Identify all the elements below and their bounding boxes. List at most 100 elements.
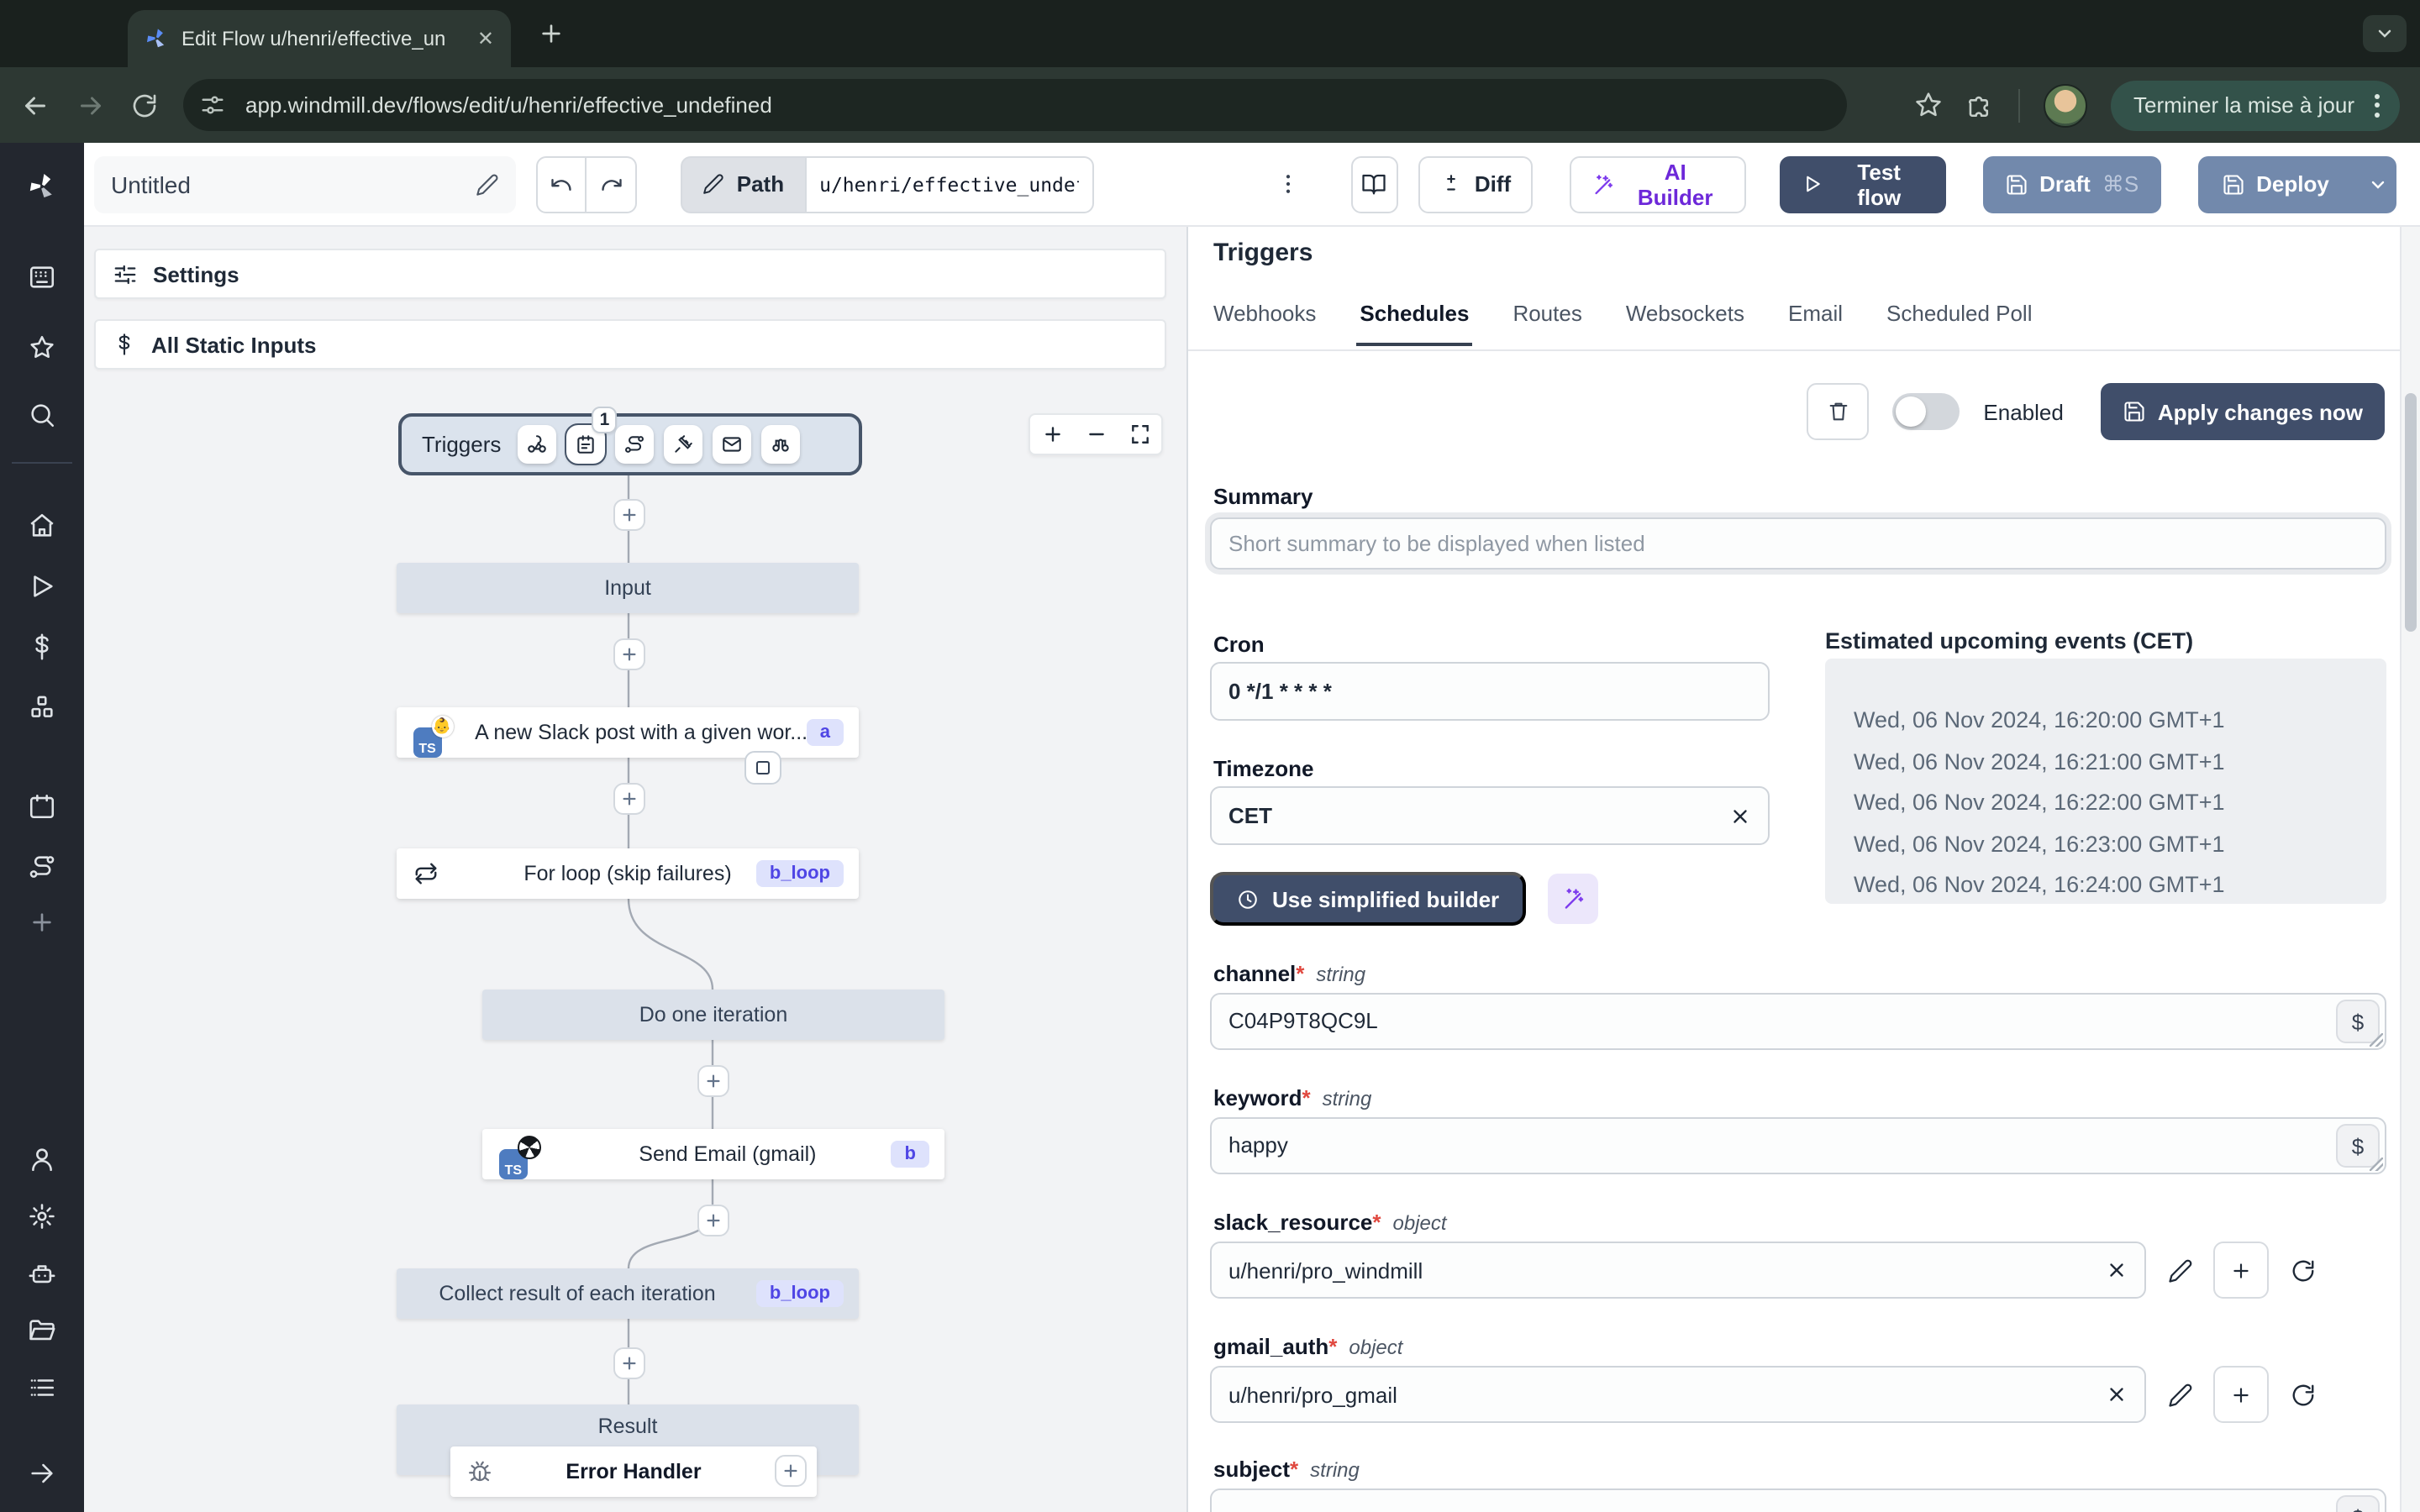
keyword-input[interactable]: happy [1210, 1117, 2386, 1174]
edit-resource-pencil-icon[interactable] [2168, 1382, 2193, 1407]
add-step-button[interactable] [613, 638, 645, 670]
ai-builder-button[interactable]: AI Builder [1570, 155, 1747, 213]
simplified-builder-button[interactable]: Use simplified builder [1210, 872, 1527, 926]
tab-email[interactable]: Email [1788, 301, 1843, 346]
forward-icon[interactable] [76, 90, 106, 120]
tab-schedules[interactable]: Schedules [1356, 301, 1473, 346]
sidebar-runs-icon[interactable] [28, 572, 56, 601]
ai-cron-wand-button[interactable] [1548, 874, 1599, 924]
flow-name-box[interactable]: Untitled [94, 155, 517, 213]
gmail-auth-input[interactable] [1210, 1366, 2146, 1423]
sidebar-expand-icon[interactable] [28, 1459, 56, 1488]
subject-input[interactable] [1210, 1488, 2386, 1512]
add-step-button[interactable] [613, 783, 645, 815]
add-resource-button[interactable] [2213, 1366, 2269, 1423]
browser-tab[interactable]: Edit Flow u/henri/effective_un ✕ [128, 10, 511, 67]
refresh-resource-icon[interactable] [2291, 1257, 2316, 1283]
docs-book-button[interactable] [1350, 155, 1399, 213]
add-step-button[interactable] [613, 1347, 645, 1379]
clear-resource-icon[interactable] [2106, 1259, 2128, 1281]
input-node[interactable]: Input [397, 563, 859, 613]
zoom-out-button[interactable] [1074, 415, 1118, 454]
edit-name-pencil-icon[interactable] [476, 172, 500, 196]
deploy-button[interactable]: Deploy [2197, 155, 2353, 213]
reload-icon[interactable] [131, 92, 158, 118]
sidebar-favorites-icon[interactable] [28, 333, 56, 362]
schedule-trigger-icon[interactable]: 1 [565, 407, 618, 465]
collect-node[interactable]: Collect result of each iteration b_loop [397, 1268, 859, 1319]
all-static-inputs-row[interactable]: All Static Inputs [94, 319, 1166, 370]
sidebar-schedules-icon[interactable] [28, 792, 56, 821]
chrome-update-button[interactable]: Terminer la mise à jour [2110, 80, 2400, 130]
summary-input[interactable] [1210, 517, 2386, 570]
tab-close-icon[interactable]: ✕ [477, 29, 494, 49]
add-step-button[interactable] [697, 1205, 729, 1236]
path-input[interactable] [804, 155, 1094, 213]
tab-webhooks[interactable]: Webhooks [1213, 301, 1316, 346]
browser-menu-icon[interactable] [2371, 90, 2383, 120]
path-button[interactable]: Path [681, 155, 805, 213]
refresh-resource-icon[interactable] [2291, 1382, 2316, 1407]
deploy-more-chevron-icon[interactable] [2352, 155, 2396, 213]
delete-schedule-button[interactable] [1807, 383, 1870, 440]
sidebar-add-icon[interactable] [29, 909, 55, 936]
sidebar-audit-logs-icon[interactable] [28, 1373, 56, 1402]
back-icon[interactable] [20, 90, 50, 120]
tab-routes[interactable]: Routes [1512, 301, 1581, 346]
url-bar[interactable]: app.windmill.dev/flows/edit/u/henri/effe… [183, 79, 1847, 131]
forloop-step-node[interactable]: For loop (skip failures) b_loop [397, 848, 859, 899]
sidebar-variables-icon[interactable] [28, 633, 56, 661]
sidebar-settings-icon[interactable] [28, 1202, 56, 1231]
slack-step-node[interactable]: TS 👶 A new Slack post with a given wor..… [397, 707, 859, 758]
tab-scheduled-poll[interactable]: Scheduled Poll [1886, 301, 2032, 346]
iteration-node[interactable]: Do one iteration [482, 990, 944, 1040]
insert-variable-button[interactable]: $ [2336, 1495, 2380, 1512]
email-step-node[interactable]: TS Send Email (gmail) b [482, 1129, 944, 1179]
bookmark-star-icon[interactable] [1913, 91, 1942, 119]
tab-websockets[interactable]: Websockets [1626, 301, 1744, 346]
triggers-node[interactable]: Triggers 1 [398, 407, 862, 475]
diff-button[interactable]: Diff [1418, 155, 1534, 213]
flow-settings-row[interactable]: Settings [94, 249, 1166, 299]
zoom-in-button[interactable] [1030, 415, 1074, 454]
error-handler-node[interactable]: Error Handler [450, 1446, 817, 1497]
draft-button[interactable]: Draft ⌘S [1982, 155, 2161, 213]
sidebar-folders-icon[interactable] [28, 1316, 56, 1345]
insert-variable-button[interactable]: $ [2336, 1124, 2380, 1168]
undo-button[interactable] [536, 155, 587, 213]
sidebar-workers-icon[interactable] [28, 1259, 56, 1288]
timezone-input[interactable] [1210, 786, 1770, 845]
fit-view-button[interactable] [1118, 415, 1161, 454]
profile-avatar[interactable] [2043, 83, 2086, 127]
redo-button[interactable] [587, 155, 638, 213]
add-step-button[interactable] [613, 499, 645, 531]
email-trigger-icon[interactable] [713, 425, 752, 464]
test-flow-button[interactable]: Test flow [1780, 155, 1946, 213]
sidebar-home-icon[interactable] [28, 512, 56, 540]
route-trigger-icon[interactable] [615, 425, 655, 464]
insert-variable-button[interactable]: $ [2336, 1000, 2380, 1043]
cron-input[interactable] [1210, 662, 1770, 721]
scheduled-poll-trigger-icon[interactable] [761, 425, 801, 464]
site-info-icon[interactable] [200, 92, 225, 118]
add-error-handler-button[interactable] [775, 1455, 807, 1487]
new-tab-button[interactable] [538, 20, 565, 47]
sidebar-routes-icon[interactable] [28, 853, 56, 881]
clear-resource-icon[interactable] [2106, 1383, 2128, 1405]
extensions-puzzle-icon[interactable] [1965, 91, 1994, 119]
slack-resource-input[interactable] [1210, 1242, 2146, 1299]
edit-resource-pencil-icon[interactable] [2168, 1257, 2193, 1283]
clear-timezone-icon[interactable] [1729, 805, 1751, 827]
windmill-logo[interactable] [27, 171, 57, 202]
scrollbar-thumb[interactable] [2405, 393, 2417, 632]
enabled-toggle[interactable] [1892, 393, 1960, 430]
webhook-trigger-icon[interactable] [518, 425, 557, 464]
sidebar-apps-icon[interactable] [28, 263, 56, 291]
sidebar-search-icon[interactable] [28, 401, 56, 429]
sidebar-users-icon[interactable] [28, 1145, 56, 1173]
toolbar-kebab-icon[interactable] [1275, 171, 1300, 197]
channel-input[interactable]: C04P9T8QC9L [1210, 993, 2386, 1050]
early-stop-button[interactable] [744, 751, 781, 785]
sidebar-resources-icon[interactable] [28, 693, 56, 722]
websocket-trigger-icon[interactable] [664, 425, 703, 464]
